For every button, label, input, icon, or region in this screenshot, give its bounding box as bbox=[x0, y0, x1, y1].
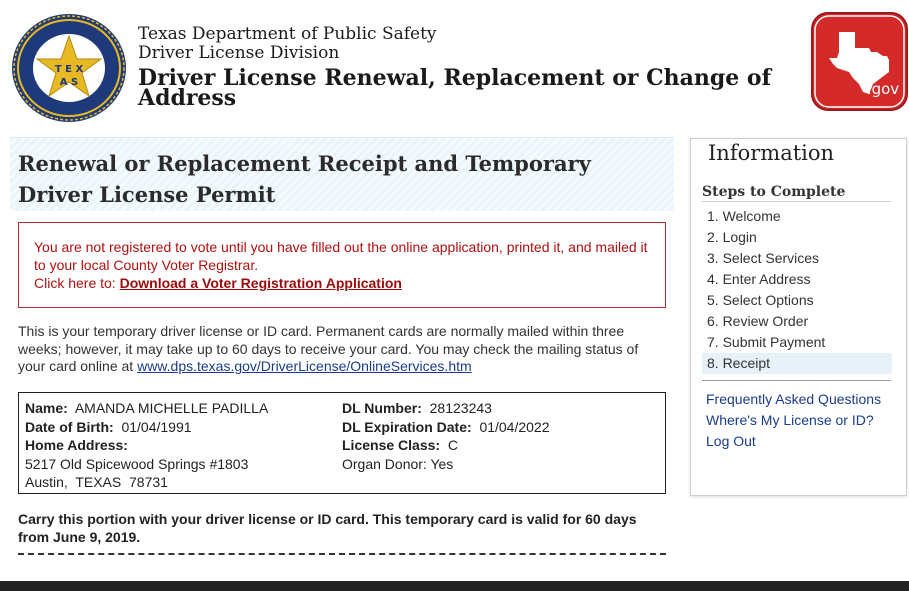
gov-logo-text: .gov bbox=[867, 80, 899, 98]
step-receipt: 8. Receipt bbox=[702, 353, 892, 374]
faq-link[interactable]: Frequently Asked Questions bbox=[706, 390, 901, 409]
sidebar-links: Frequently Asked Questions Where's My Li… bbox=[706, 390, 901, 453]
agency-line-2: Driver License Division bbox=[138, 43, 340, 63]
section-banner: Renewal or Replacement Receipt and Tempo… bbox=[10, 137, 674, 211]
svg-text:A S: A S bbox=[60, 77, 78, 88]
step-welcome: 1. Welcome bbox=[707, 208, 781, 224]
voter-alert-text: You are not registered to vote until you… bbox=[34, 239, 648, 273]
carry-notice: Carry this portion with your driver lice… bbox=[18, 511, 637, 545]
name-value: AMANDA MICHELLE PADILLA bbox=[74, 400, 269, 416]
information-sidebar: Information Steps to Complete 1. Welcome… bbox=[690, 138, 907, 496]
dob-value: 01/04/1991 bbox=[121, 418, 192, 435]
agency-line-1: Texas Department of Public Safety bbox=[138, 24, 437, 44]
texas-gov-logo-icon[interactable]: .gov bbox=[811, 12, 908, 111]
cut-line-divider bbox=[18, 553, 666, 555]
organ-donor-status: Organ Donor: Yes bbox=[342, 455, 454, 472]
license-class-label: License Class: bbox=[342, 437, 441, 453]
address-line-1: 5217 Old Spicewood Springs #1803 bbox=[25, 455, 249, 472]
step-review-order: 6. Review Order bbox=[707, 313, 809, 329]
texas-dps-seal-icon: T E X A S bbox=[12, 14, 126, 122]
dl-expiration-value: 01/04/2022 bbox=[479, 418, 550, 435]
dl-number-label: DL Number: bbox=[342, 400, 422, 416]
online-services-link[interactable]: www.dps.texas.gov/DriverLicense/OnlineSe… bbox=[137, 358, 472, 374]
step-submit-payment: 7. Submit Payment bbox=[707, 334, 826, 350]
step-select-options: 5. Select Options bbox=[707, 292, 814, 308]
card-license-info: DL Number: 28123243 DL Expiration Date: … bbox=[342, 399, 662, 473]
license-class-value: C bbox=[447, 437, 458, 453]
section-heading: Renewal or Replacement Receipt and Tempo… bbox=[18, 151, 591, 207]
sidebar-divider bbox=[702, 380, 891, 381]
voter-registration-link[interactable]: Download a Voter Registration Applicatio… bbox=[120, 275, 402, 291]
footer-bar bbox=[0, 581, 909, 591]
address-line-2: Austin, TEXAS 78731 bbox=[25, 474, 168, 490]
svg-text:T E X: T E X bbox=[55, 64, 84, 75]
step-login: 2. Login bbox=[707, 229, 757, 245]
voter-alert: You are not registered to vote until you… bbox=[18, 222, 666, 308]
step-select-services: 3. Select Services bbox=[707, 250, 820, 266]
dob-label: Date of Birth: bbox=[25, 418, 114, 435]
step-enter-address: 4. Enter Address bbox=[707, 271, 811, 287]
steps-heading: Steps to Complete bbox=[702, 184, 891, 202]
voter-alert-prefix: Click here to: bbox=[34, 275, 120, 291]
agency-name: Texas Department of Public Safety Driver… bbox=[138, 25, 437, 63]
sidebar-title: Information bbox=[708, 141, 835, 165]
log-out-link[interactable]: Log Out bbox=[706, 432, 901, 451]
address-label: Home Address: bbox=[25, 437, 128, 453]
card-personal-info: Name: AMANDA MICHELLE PADILLA Date of Bi… bbox=[25, 399, 335, 492]
main-content: Renewal or Replacement Receipt and Tempo… bbox=[10, 137, 674, 555]
name-label: Name: bbox=[25, 400, 68, 416]
dl-number-value: 28123243 bbox=[429, 400, 492, 416]
wheres-my-license-link[interactable]: Where's My License or ID? bbox=[706, 411, 901, 430]
temporary-license-card: Name: AMANDA MICHELLE PADILLA Date of Bi… bbox=[18, 392, 666, 494]
dl-expiration-label: DL Expiration Date: bbox=[342, 418, 472, 435]
page-title: Driver License Renewal, Replacement or C… bbox=[138, 65, 772, 111]
steps-list: 1. Welcome 2. Login 3. Select Services 4… bbox=[702, 206, 892, 374]
temporary-license-info: This is your temporary driver license or… bbox=[18, 323, 658, 376]
